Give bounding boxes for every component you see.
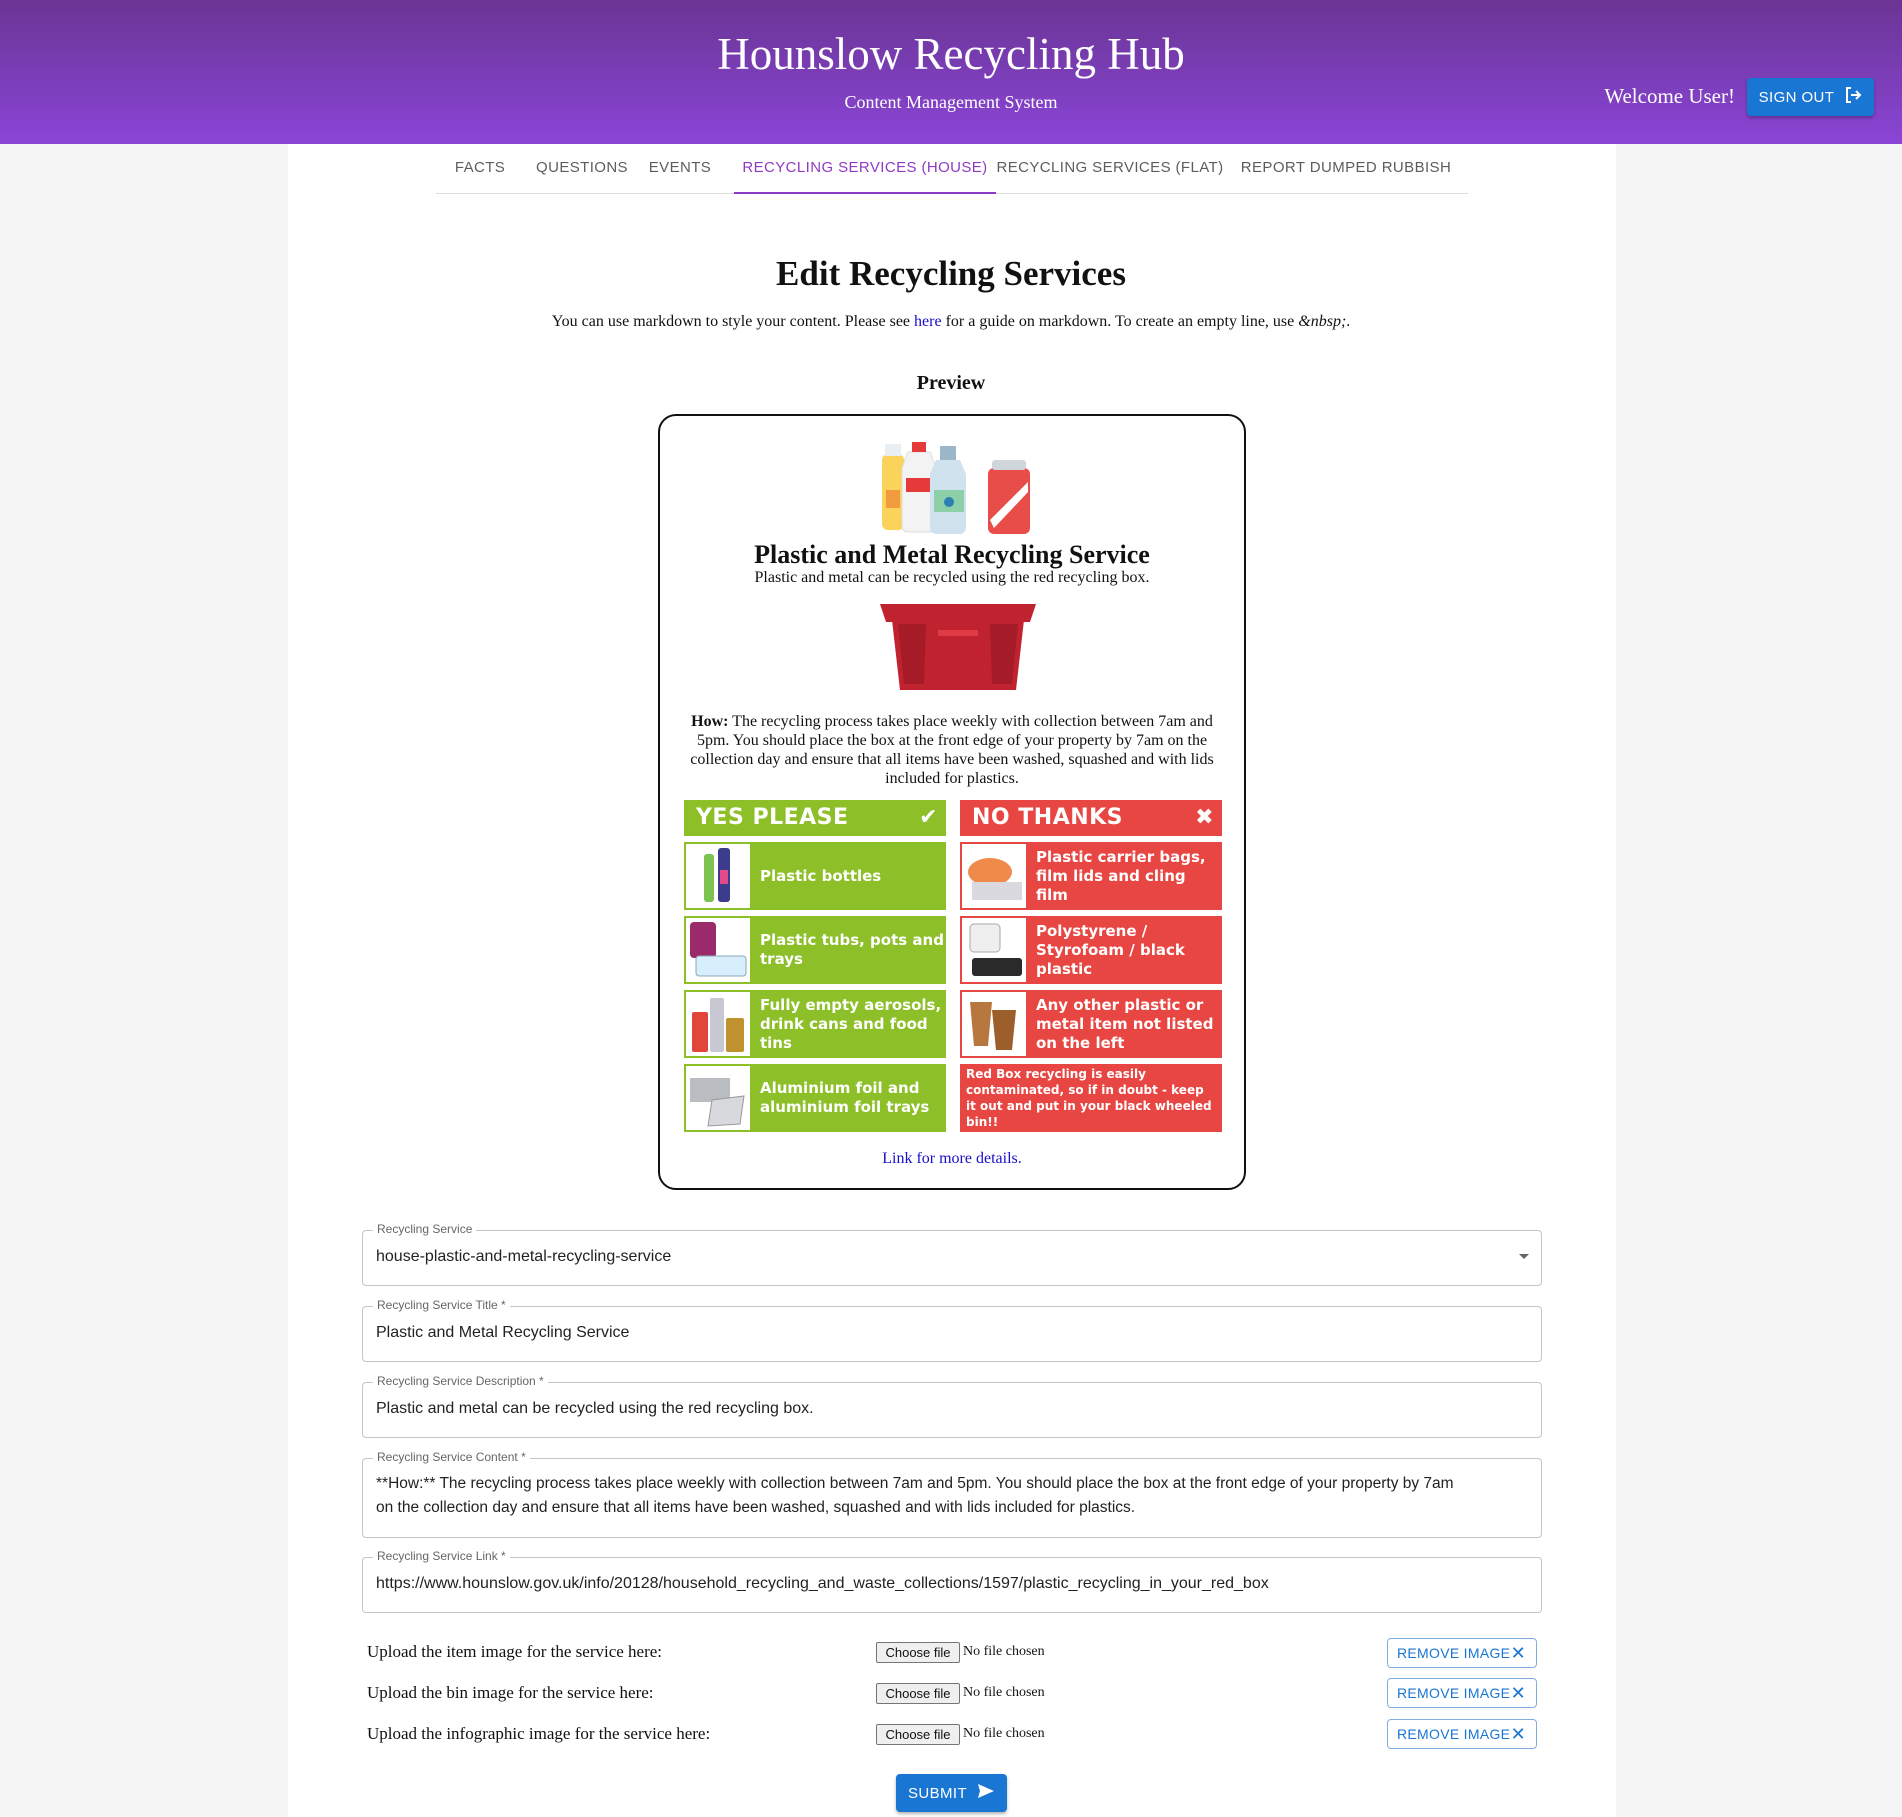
remove-label: REMOVE IMAGE — [1397, 1726, 1511, 1742]
red-box-bin-image — [878, 600, 1038, 692]
yes-item: Aluminium foil and aluminium foil trays — [684, 1064, 946, 1132]
tab-bar: FACTS QUESTIONS EVENTS RECYCLING SERVICE… — [436, 144, 1468, 194]
remove-label: REMOVE IMAGE — [1397, 1685, 1511, 1701]
other-plastic-thumb — [962, 992, 1026, 1056]
sign-out-label: SIGN OUT — [1758, 88, 1835, 106]
bin-image-file-status: No file chosen — [963, 1685, 1045, 1700]
infographic-image-upload-label: Upload the infographic image for the ser… — [367, 1724, 711, 1743]
service-content-line-1: **How:** The recycling process takes pla… — [376, 1475, 1454, 1492]
service-description-value: Plastic and metal can be recycled using … — [376, 1400, 814, 1417]
app-title: Hounslow Recycling Hub — [717, 29, 1185, 79]
preview-how-text: How: The recycling process takes place w… — [684, 712, 1220, 788]
infographic-image: YES PLEASE ✔ NO THANKS ✖ Plastic bottles… — [684, 800, 1222, 1132]
no-item: Plastic carrier bags, film lids and clin… — [960, 842, 1222, 910]
bin-image-choose-file-button[interactable]: Choose file — [876, 1683, 960, 1704]
yes-item: Plastic bottles — [684, 842, 946, 910]
service-content-line-2: on the collection day and ensure that al… — [376, 1499, 1136, 1516]
item-image-remove-button[interactable]: REMOVE IMAGE ✕ — [1387, 1638, 1537, 1668]
no-item: Polystyrene / Styrofoam / black plastic — [960, 916, 1222, 984]
tab-events[interactable]: EVENTS — [640, 144, 720, 194]
tab-report-dumped-rubbish[interactable]: REPORT DUMPED RUBBISH — [1224, 144, 1468, 194]
preview-title: Plastic and Metal Recycling Service — [754, 540, 1150, 569]
yes-please-label: YES PLEASE — [696, 805, 849, 830]
yes-item: Fully empty aerosols, drink cans and foo… — [684, 990, 946, 1058]
submit-label: SUBMIT — [907, 1784, 968, 1802]
item-image-choose-file-button[interactable]: Choose file — [876, 1642, 960, 1663]
yes-item: Plastic tubs, pots and trays — [684, 916, 946, 984]
tab-recycling-services-flat[interactable]: RECYCLING SERVICES (FLAT) — [996, 144, 1224, 194]
markdown-note-end: . — [1346, 313, 1351, 330]
service-title-input[interactable]: Recycling Service Title * Plastic and Me… — [362, 1298, 1542, 1362]
preview-card: Plastic and Metal Recycling Service Plas… — [658, 414, 1246, 1190]
yes-item-label: Plastic bottles — [760, 866, 882, 885]
service-link-value: https://www.hounslow.gov.uk/info/20128/h… — [376, 1575, 1269, 1592]
welcome-text: Welcome User! — [1604, 84, 1735, 108]
how-label: How: — [691, 713, 729, 730]
markdown-note-text-2: for a guide on markdown. To create an em… — [941, 313, 1299, 330]
service-description-label: Recycling Service Description * — [373, 1374, 548, 1388]
no-item-label: Polystyrene / Styrofoam / black plastic — [1036, 921, 1185, 978]
aluminium-foil-thumb — [686, 1066, 750, 1130]
close-icon: ✕ — [1510, 1643, 1526, 1663]
recycling-service-label: Recycling Service — [373, 1222, 477, 1236]
service-link-label: Recycling Service Link * — [373, 1549, 510, 1563]
preview-heading: Preview — [916, 372, 986, 394]
service-content-textarea[interactable]: Recycling Service Content * **How:** The… — [362, 1450, 1542, 1538]
item-image-file-status: No file chosen — [963, 1644, 1045, 1659]
no-item: Any other plastic or metal item not list… — [960, 990, 1222, 1058]
infographic-image-remove-button[interactable]: REMOVE IMAGE ✕ — [1387, 1719, 1537, 1749]
aerosols-cans-thumb — [686, 992, 750, 1056]
bin-image-remove-button[interactable]: REMOVE IMAGE ✕ — [1387, 1678, 1537, 1708]
how-body: The recycling process takes place weekly… — [690, 713, 1214, 787]
carrier-bags-thumb — [962, 844, 1026, 908]
service-link-input[interactable]: Recycling Service Link * https://www.hou… — [362, 1549, 1542, 1613]
tab-facts[interactable]: FACTS — [436, 144, 524, 194]
yes-item-label: Plastic tubs, pots and trays — [760, 931, 944, 968]
plastic-tubs-thumb — [686, 918, 750, 982]
infographic-image-file-status: No file chosen — [963, 1726, 1045, 1741]
service-title-value: Plastic and Metal Recycling Service — [376, 1324, 630, 1341]
service-description-input[interactable]: Recycling Service Description * Plastic … — [362, 1374, 1542, 1438]
remove-label: REMOVE IMAGE — [1397, 1645, 1511, 1661]
no-item-label: Plastic carrier bags, film lids and clin… — [1036, 847, 1206, 904]
no-item-label: Any other plastic or metal item not list… — [1036, 995, 1214, 1052]
item-image-upload-label: Upload the item image for the service he… — [367, 1642, 663, 1661]
recycling-service-value: house-plastic-and-metal-recycling-servic… — [376, 1248, 672, 1265]
bin-image-upload-label: Upload the bin image for the service her… — [367, 1683, 654, 1702]
more-details-link[interactable]: Link for more details. — [660, 1150, 1244, 1168]
yes-item-label: Fully empty aerosols, drink cans and foo… — [760, 995, 942, 1052]
dropdown-arrow-icon — [1519, 1254, 1529, 1259]
sign-out-button[interactable]: SIGN OUT — [1747, 78, 1874, 116]
infographic-image-choose-file-button[interactable]: Choose file — [876, 1724, 960, 1745]
polystyrene-thumb — [962, 918, 1026, 982]
preview-description: Plastic and metal can be recycled using … — [754, 569, 1150, 586]
page-title: Edit Recycling Services — [776, 254, 1126, 293]
plastic-bottles-thumb — [686, 844, 750, 908]
recycling-service-select[interactable]: Recycling Service house-plastic-and-meta… — [362, 1222, 1542, 1286]
check-icon: ✔ — [919, 805, 938, 830]
no-thanks-label: NO THANKS — [972, 805, 1124, 830]
markdown-guide-link[interactable]: here — [914, 313, 942, 330]
no-warning: Red Box recycling is easily contaminated… — [960, 1064, 1222, 1132]
cross-icon: ✖ — [1195, 805, 1214, 830]
service-content-label: Recycling Service Content * — [373, 1450, 530, 1464]
yes-please-header: YES PLEASE ✔ — [684, 800, 946, 836]
tab-recycling-services-house[interactable]: RECYCLING SERVICES (HOUSE) — [734, 144, 996, 194]
no-warning-text: Red Box recycling is easily contaminated… — [966, 1067, 1212, 1129]
markdown-note-text: You can use markdown to style your conte… — [551, 313, 915, 330]
no-thanks-header: NO THANKS ✖ — [960, 800, 1222, 836]
logout-icon — [1844, 86, 1862, 108]
service-title-label: Recycling Service Title * — [373, 1298, 510, 1312]
submit-button[interactable]: SUBMIT — [896, 1774, 1007, 1812]
yes-item-label: Aluminium foil and aluminium foil trays — [760, 1079, 930, 1116]
send-icon — [977, 1783, 995, 1803]
item-image — [874, 440, 1034, 540]
close-icon: ✕ — [1510, 1724, 1526, 1744]
close-icon: ✕ — [1510, 1683, 1526, 1703]
nbsp-code: &nbsp; — [1298, 313, 1347, 330]
tab-questions[interactable]: QUESTIONS — [524, 144, 640, 194]
markdown-note: You can use markdown to style your conte… — [0, 313, 1902, 331]
